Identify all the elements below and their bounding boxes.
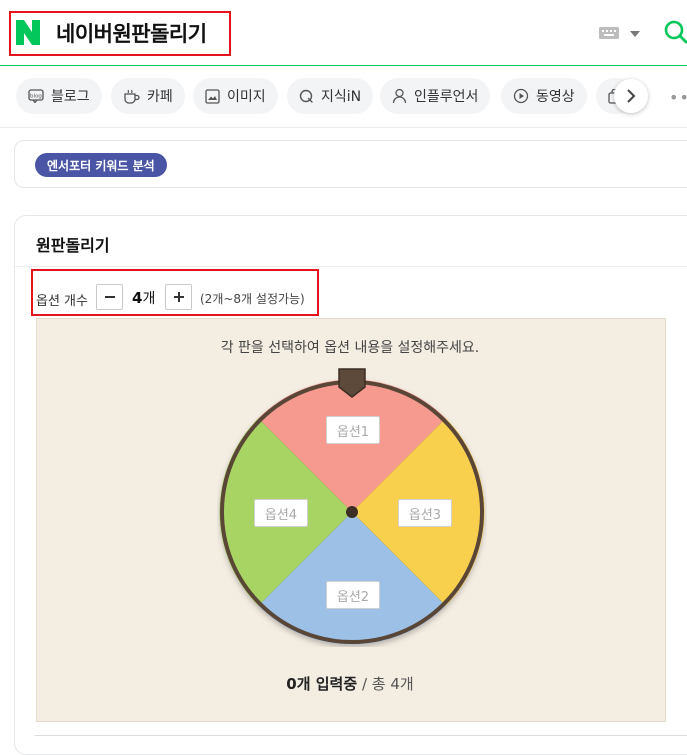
chevron-down-icon[interactable] [630, 31, 640, 37]
status-total: / 총 4개 [357, 675, 414, 693]
blog-icon: blog [28, 89, 44, 103]
keyword-analysis-pill[interactable]: 엔서포터 키워드 분석 [35, 153, 167, 177]
tab-label: 인플루언서 [414, 89, 479, 105]
option-count-label: 옵션 개수 [36, 294, 88, 309]
search-header: 네이버원판돌리기 [0, 0, 687, 66]
more-icon[interactable]: ••• [669, 88, 687, 107]
search-icon[interactable] [664, 20, 687, 44]
card-title: 원판돌리기 [36, 236, 110, 255]
roulette-stage: 각 판을 선택하여 옵션 내용을 설정해주세요. 옵션1 옵션3 옵션2 옵션4… [36, 318, 666, 722]
tab-influencer[interactable]: 인플루언서 [380, 78, 491, 114]
option-range-note: (2개~8개 설정가능) [200, 292, 305, 306]
status-count: 0개 입력중 [286, 675, 358, 693]
tab-label: 지식iN [321, 89, 362, 105]
tab-kin[interactable]: 지식iN [287, 78, 374, 114]
keyboard-icon[interactable] [599, 27, 619, 39]
option-count-number: 4 [132, 289, 143, 307]
tab-label: 블로그 [51, 89, 90, 105]
tab-label: 동영상 [536, 89, 575, 105]
tab-video[interactable]: 동영상 [501, 78, 587, 114]
chevron-right-icon [627, 89, 636, 103]
tab-label: 이미지 [227, 89, 266, 105]
wheel-center [346, 506, 358, 518]
option-count-value: 4개 [132, 288, 155, 308]
divider [15, 266, 687, 267]
minus-icon [104, 296, 115, 298]
keyword-card: 엔서포터 키워드 분석 [14, 140, 687, 188]
tab-cafe[interactable]: 카페 [111, 78, 185, 114]
svg-text:blog: blog [30, 94, 42, 100]
tab-image[interactable]: 이미지 [193, 78, 278, 114]
kin-icon [299, 89, 313, 103]
cafe-icon [124, 89, 140, 104]
decrease-option-button[interactable] [96, 284, 123, 310]
increase-option-button[interactable] [165, 284, 192, 310]
option-count-unit: 개 [142, 291, 156, 307]
segment-label-2[interactable]: 옵션2 [326, 581, 380, 609]
person-icon [392, 88, 407, 104]
segment-label-1[interactable]: 옵션1 [326, 416, 380, 444]
tab-blog[interactable]: blog 블로그 [16, 78, 102, 114]
roulette-card: 원판돌리기 옵션 개수 4개 (2개~8개 설정가능) 각 판을 선택하여 옵션… [14, 215, 687, 755]
input-status: 0개 입력중 / 총 4개 [37, 673, 663, 694]
tabs-next-button[interactable] [614, 79, 648, 113]
search-tabs: blog 블로그 카페 이미지 지식iN 인플루언서 동영상 ••• [0, 66, 687, 128]
divider [35, 735, 687, 736]
search-query-text[interactable]: 네이버원판돌리기 [56, 18, 207, 48]
play-icon [513, 88, 529, 104]
image-icon [205, 88, 220, 104]
naver-logo-icon[interactable] [16, 20, 40, 45]
segment-label-3[interactable]: 옵션3 [398, 499, 452, 527]
plus-icon [173, 292, 184, 302]
segment-label-4[interactable]: 옵션4 [254, 499, 308, 527]
tab-label: 카페 [147, 89, 173, 105]
instruction-text: 각 판을 선택하여 옵션 내용을 설정해주세요. [220, 340, 480, 356]
